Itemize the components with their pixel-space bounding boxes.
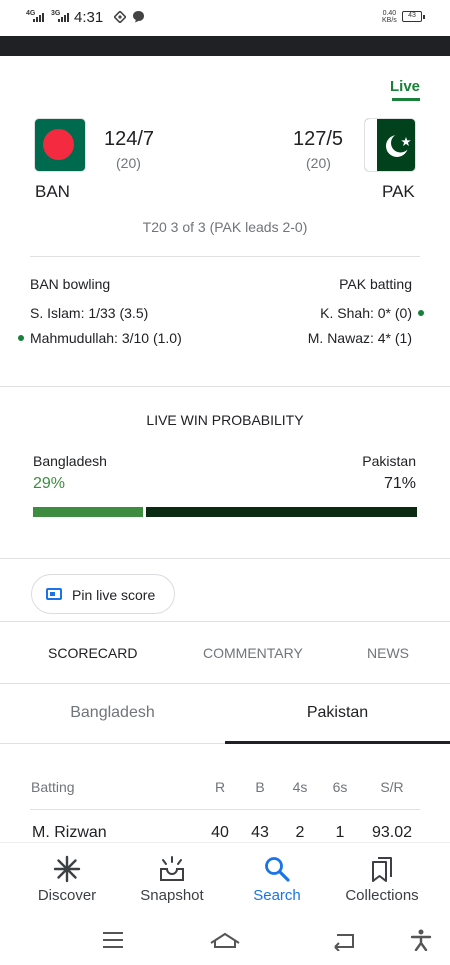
away-team-name: PAK	[382, 182, 415, 201]
current-bowler-indicator	[18, 335, 24, 341]
network-speed: 0.40 KB/s	[382, 10, 397, 24]
active-team-tab-indicator	[225, 741, 450, 744]
win-prob-bar-home	[33, 507, 143, 517]
nav-search-label: Search	[253, 887, 301, 904]
battery-icon: 43	[402, 11, 425, 22]
bangladesh-flag-icon	[35, 119, 85, 171]
win-prob-bar-away	[146, 507, 417, 517]
batter-strike-rate: 93.02	[371, 824, 413, 841]
col-header-strike-rate: S/R	[380, 779, 404, 795]
batter-line: K. Shah: 0* (0)	[320, 305, 412, 321]
pin-live-score-label: Pin live score	[72, 587, 156, 603]
status-bar: 4G 3G 4:31 0.40 KB/s 43	[0, 0, 450, 36]
home-team-name: BAN	[35, 182, 70, 201]
bottom-navigation: Discover Snapshot Search Collections	[0, 842, 450, 914]
batter-sixes: 1	[335, 824, 345, 841]
divider	[0, 683, 450, 684]
win-prob-home-pct: 29%	[33, 475, 66, 492]
batter-balls: 43	[251, 824, 269, 841]
nav-search[interactable]: Search	[227, 843, 327, 915]
divider	[30, 256, 420, 257]
home-overs: (20)	[116, 155, 141, 171]
col-header-runs: R	[214, 779, 226, 795]
win-prob-away-team: Pakistan	[362, 453, 416, 469]
menu-icon[interactable]	[101, 929, 125, 951]
batter-runs: 40	[211, 824, 229, 841]
batter-fours: 2	[295, 824, 305, 841]
divider	[0, 621, 450, 622]
asterisk-icon	[53, 855, 81, 883]
vpn-icon	[114, 11, 126, 23]
col-header-fours: 4s	[292, 779, 308, 795]
win-prob-away-pct: 71%	[383, 475, 416, 492]
speed-unit: KB/s	[382, 17, 397, 24]
tab-news[interactable]: NEWS	[367, 645, 409, 661]
win-prob-home-team: Bangladesh	[33, 453, 107, 469]
home-score: 124/7	[104, 128, 155, 150]
collections-icon	[372, 857, 392, 882]
nav-snapshot-label: Snapshot	[140, 887, 204, 904]
on-strike-indicator	[418, 310, 424, 316]
pakistan-flag-icon	[365, 119, 415, 171]
live-indicator: Live	[389, 78, 420, 95]
nav-collections-label: Collections	[345, 887, 419, 904]
signal-icon-2	[58, 13, 69, 22]
live-underline	[392, 98, 420, 101]
nav-discover-label: Discover	[37, 887, 97, 904]
col-header-sixes: 6s	[332, 779, 348, 795]
top-app-bar	[0, 36, 450, 56]
away-overs: (20)	[306, 155, 331, 171]
signal-icon-1	[33, 13, 44, 22]
divider	[0, 558, 450, 559]
col-header-batting: Batting	[31, 779, 75, 795]
bowler-line: S. Islam: 1/33 (3.5)	[30, 305, 149, 321]
match-info: T20 3 of 3 (PAK leads 2-0)	[142, 219, 308, 235]
speed-value: 0.40	[382, 10, 397, 17]
batting-label: PAK batting	[339, 276, 412, 292]
clock: 4:31	[74, 9, 104, 26]
divider	[0, 386, 450, 387]
pin-live-score-button[interactable]: Pin live score	[31, 574, 175, 614]
batter-name[interactable]: M. Rizwan	[32, 824, 107, 842]
away-score: 127/5	[293, 128, 344, 150]
nav-discover[interactable]: Discover	[17, 843, 117, 915]
pin-icon	[46, 588, 62, 600]
snapshot-icon	[160, 856, 184, 881]
col-header-balls: B	[255, 779, 265, 795]
team-tab-pakistan[interactable]: Pakistan	[225, 704, 450, 722]
search-icon	[265, 857, 290, 882]
home-icon[interactable]	[209, 929, 241, 951]
chat-icon	[133, 11, 144, 23]
team-tab-bangladesh[interactable]: Bangladesh	[0, 704, 225, 722]
divider	[30, 809, 420, 810]
accessibility-icon[interactable]	[410, 929, 432, 951]
nav-collections[interactable]: Collections	[332, 843, 432, 915]
batter-line: M. Nawaz: 4* (1)	[307, 330, 412, 346]
back-icon[interactable]	[331, 929, 357, 951]
tab-scorecard[interactable]: SCORECARD	[48, 645, 137, 661]
win-probability-title: LIVE WIN PROBABILITY	[146, 412, 304, 428]
nav-snapshot[interactable]: Snapshot	[122, 843, 222, 915]
tab-commentary[interactable]: COMMENTARY	[203, 645, 303, 661]
bowling-label: BAN bowling	[30, 276, 111, 292]
bowler-line: Mahmudullah: 3/10 (1.0)	[30, 330, 182, 346]
system-navigation-bar	[0, 914, 450, 965]
